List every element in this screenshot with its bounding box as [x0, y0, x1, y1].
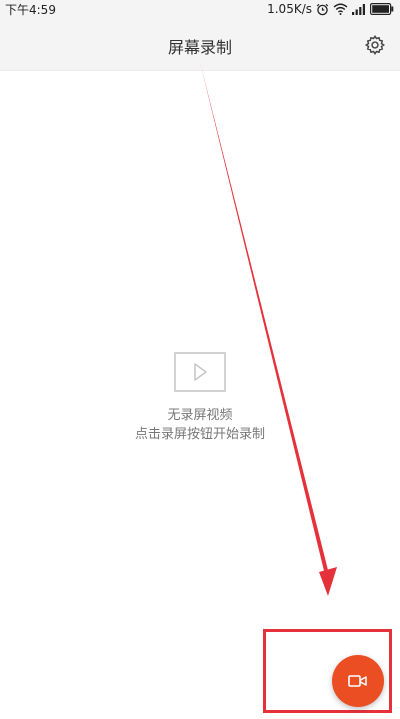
- battery-icon: [370, 3, 394, 15]
- empty-message: 无录屏视频: [167, 408, 233, 423]
- record-button[interactable]: [332, 655, 384, 707]
- wifi-icon: [333, 3, 348, 15]
- network-speed: 1.05K/s: [267, 2, 312, 16]
- settings-button[interactable]: [364, 34, 386, 56]
- empty-hint: 点击录屏按钮开始录制: [134, 427, 265, 442]
- alarm-icon: [316, 3, 329, 15]
- app-bar: 屏幕录制: [0, 18, 400, 71]
- gear-icon: [364, 34, 386, 56]
- empty-state: 无录屏视频 点击录屏按钮开始录制: [0, 352, 400, 444]
- video-play-icon: [174, 352, 226, 392]
- empty-state-icon: [174, 352, 226, 392]
- status-indicators: 1.05K/s: [267, 0, 394, 18]
- status-time: 下午4:59: [5, 3, 56, 17]
- status-bar: 下午4:59 1.05K/s: [0, 0, 400, 18]
- video-camera-icon: [348, 675, 367, 687]
- page-title: 屏幕录制: [167, 38, 232, 57]
- signal-icon: [352, 4, 365, 15]
